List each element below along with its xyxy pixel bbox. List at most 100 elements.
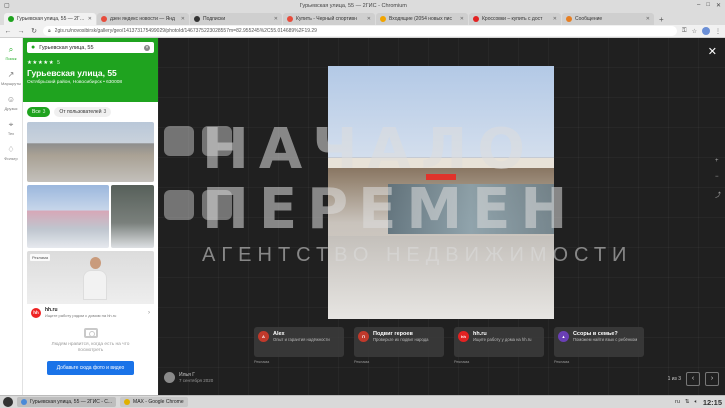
nav-friends[interactable]: ☺ Друзья	[4, 95, 18, 112]
photo-thumbnail[interactable]	[27, 122, 154, 182]
favicon-icon	[566, 16, 572, 22]
forward-button[interactable]: →	[17, 28, 25, 35]
viewer-ad-family[interactable]: ▲ Ссоры в семье? Поможем найти язык с ре…	[554, 327, 644, 357]
camera-icon	[83, 328, 98, 338]
tab-label: Подписки	[203, 16, 226, 22]
photo-author[interactable]: Илья Г 7 сентября 2020	[164, 372, 213, 383]
ad-label: Реклама	[354, 360, 370, 364]
tab-2gis[interactable]: Гурьевская улица, 55 — 2ГИС ✕	[4, 13, 96, 25]
author-avatar	[164, 372, 175, 383]
tab-inbox[interactable]: Входящие (2054 новых пис ✕	[376, 13, 468, 25]
nav-filter[interactable]: ♢ Фильтр	[4, 146, 18, 162]
ad-logo-icon: hh	[458, 331, 469, 342]
key-icon[interactable]: ⚿	[682, 28, 687, 35]
keyboard-layout[interactable]: ru	[675, 399, 680, 405]
url-text: 2gis.ru/novosibirsk/gallery/geo/14137317…	[54, 28, 317, 34]
photo-thumbnail[interactable]	[27, 185, 109, 248]
network-icon[interactable]: ⇅	[685, 399, 690, 405]
tab-yandex-news[interactable]: дзен яндекс новости — Янд ✕	[97, 13, 189, 25]
favicon-icon	[194, 16, 200, 22]
maximize-button[interactable]: □	[706, 2, 710, 9]
nav-label: Поиск	[5, 56, 17, 61]
tab-close-icon[interactable]: ✕	[460, 16, 464, 22]
tab-message[interactable]: Сообщение ✕	[562, 13, 654, 25]
taskbar-item-chromium[interactable]: Гурьевская улица, 55 — 2ГИС - C...	[17, 397, 117, 407]
prev-photo-button[interactable]: ‹	[686, 372, 700, 386]
ad-subtitle: Ищите работу у дома на hh.ru	[473, 337, 532, 342]
viewer-ad-hh[interactable]: hh hh.ru Ищите работу у дома на hh.ru	[454, 327, 544, 357]
ad-subtitle: Поможем найти язык с ребёнком	[573, 337, 638, 342]
tab-close-icon[interactable]: ✕	[553, 16, 557, 22]
rating-value: 5	[57, 60, 61, 66]
favicon-icon	[101, 16, 107, 22]
search-icon: ⌕	[8, 45, 14, 54]
photo-thumbnail[interactable]	[111, 185, 154, 248]
nav-label: Фильтр	[4, 156, 18, 161]
close-viewer-button[interactable]: ✕	[708, 45, 717, 58]
viewer-ads: A Alex Опыт и гарантия надёжности П Подв…	[254, 327, 644, 357]
tab-sneakers[interactable]: Кроссовки – купить с дост ✕	[469, 13, 561, 25]
back-button[interactable]: ←	[4, 28, 12, 35]
tab-close-icon[interactable]: ✕	[274, 16, 278, 22]
bookmark-star-icon[interactable]: ☆	[692, 28, 697, 35]
clock[interactable]: 12:15	[703, 398, 722, 407]
chevron-right-icon: ›	[148, 309, 150, 316]
nav-places[interactable]: ⌖ Тех	[7, 120, 15, 137]
profile-avatar[interactable]	[702, 27, 710, 35]
tab-label: дзен яндекс новости — Янд	[110, 16, 175, 22]
nav-label: Тех	[7, 131, 15, 136]
filter-users-chip[interactable]: От пользователей 3	[54, 107, 112, 117]
close-window-button[interactable]: ✕	[716, 2, 721, 9]
pin-icon: ⌖	[8, 120, 14, 129]
tab-label: Кроссовки – купить с дост	[482, 16, 543, 22]
task-label: MAX - Google Chrome	[133, 399, 184, 405]
zoom-out-icon[interactable]: −	[715, 174, 721, 180]
menu-dots-icon[interactable]: ⋮	[715, 28, 721, 35]
tab-shop[interactable]: Купить - Черный спортивн ✕	[283, 13, 375, 25]
tab-subscriptions[interactable]: Подписки ✕	[190, 13, 282, 25]
window-titlebar: ▢ Гурьевская улица, 55 — 2ГИС - Chromium…	[0, 0, 725, 11]
chip-count: 3	[103, 109, 107, 115]
search-input[interactable]: ● Гурьевская улица, 55 ×	[27, 42, 154, 53]
nav-label: Друзья	[4, 106, 18, 111]
main-photo[interactable]	[328, 66, 554, 319]
tab-close-icon[interactable]: ✕	[181, 16, 185, 22]
ad-label: Реклама	[254, 360, 270, 364]
tab-close-icon[interactable]: ✕	[367, 16, 371, 22]
tab-close-icon[interactable]: ✕	[646, 16, 650, 22]
favicon-icon	[8, 16, 14, 22]
next-photo-button[interactable]: ›	[705, 372, 719, 386]
share-icon[interactable]: ⤴	[715, 190, 721, 199]
tab-label: Сообщение	[575, 16, 603, 22]
viewer-ad-heroes[interactable]: П Подвиг героев Проверьте их подвиг наро…	[354, 327, 444, 357]
zoom-in-icon[interactable]: +	[715, 158, 721, 164]
taskbar-item-chrome[interactable]: MAX - Google Chrome	[120, 397, 188, 407]
route-icon: ↗	[7, 70, 15, 79]
map-pin-icon: ●	[31, 44, 36, 51]
new-tab-button[interactable]: +	[655, 15, 668, 25]
empty-state: Людям нравится, когда есть на что посмот…	[23, 328, 158, 375]
volume-icon[interactable]: 🔈︎	[695, 399, 698, 406]
filter-all-chip[interactable]: Все 3	[27, 107, 51, 117]
tab-close-icon[interactable]: ✕	[88, 16, 92, 22]
url-field[interactable]: 🔒︎ 2gis.ru/novosibirsk/gallery/geo/14137…	[43, 26, 678, 36]
lock-icon[interactable]: 🔒︎	[48, 28, 51, 34]
ad-card[interactable]: Реклама hh hh.ru Ищите работу рядом с до…	[27, 251, 154, 321]
reload-button[interactable]: ↻	[30, 27, 38, 35]
clear-search-icon[interactable]: ×	[144, 44, 150, 51]
task-label: Гурьевская улица, 55 — 2ГИС - C...	[30, 399, 113, 405]
nav-routes[interactable]: ↗ Маршруты	[1, 70, 21, 87]
viewer-ad-alex[interactable]: A Alex Опыт и гарантия надёжности	[254, 327, 344, 357]
friends-icon: ☺	[6, 95, 16, 104]
ad-subtitle: Опыт и гарантия надёжности	[273, 337, 330, 342]
place-header: ● Гурьевская улица, 55 × ★★★★★ 5 Гурьевс…	[23, 38, 158, 102]
add-photo-button[interactable]: Добавьте сюда фото и видео	[46, 361, 135, 375]
hh-logo-icon: hh	[31, 307, 41, 318]
nav-search[interactable]: ⌕ Поиск	[5, 45, 17, 62]
search-query: Гурьевская улица, 55	[39, 44, 94, 51]
taskbar: Гурьевская улица, 55 — 2ГИС - C... MAX -…	[0, 395, 725, 408]
minimize-button[interactable]: –	[697, 2, 700, 9]
ad-logo-icon: A	[258, 331, 269, 342]
tab-strip: Гурьевская улица, 55 — 2ГИС ✕ дзен яндек…	[0, 11, 725, 25]
start-menu-icon[interactable]	[3, 397, 13, 407]
